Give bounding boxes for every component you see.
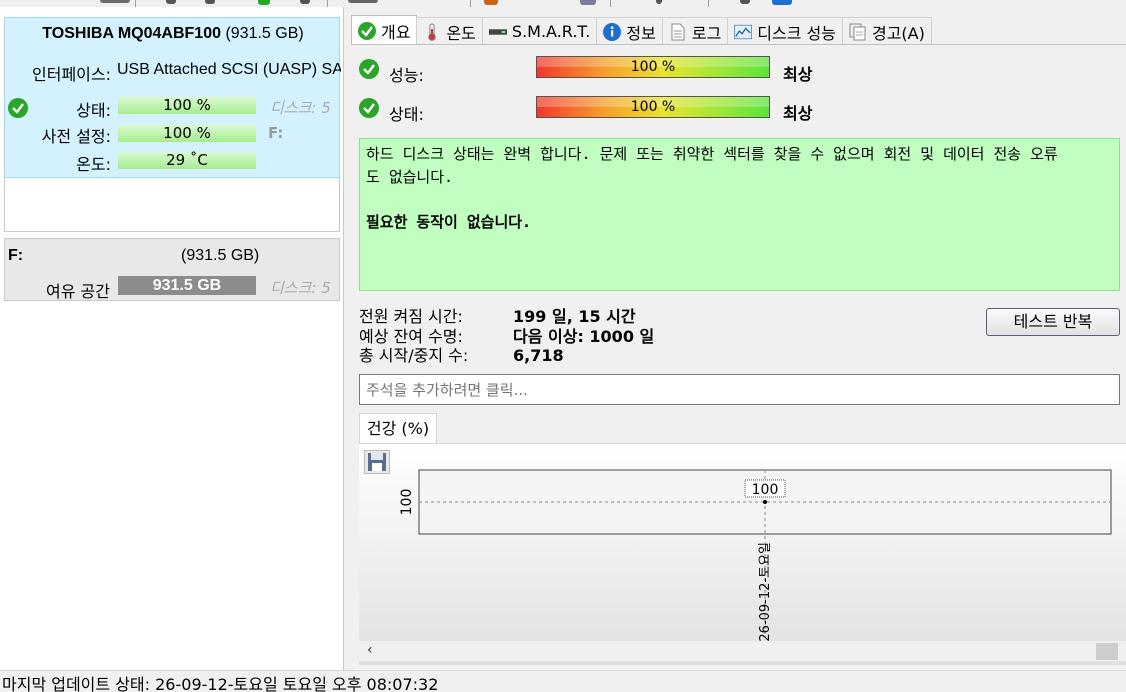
status-message-box: 하드 디스크 상태는 완벽 합니다. 문제 또는 취약한 섹터를 찾을 수 없으… xyxy=(359,138,1120,291)
drive-icon xyxy=(488,23,507,41)
ghost-drive-letter: F: xyxy=(268,124,284,142)
lifetime-label: 예상 잔여 수명: xyxy=(359,327,463,346)
toolbar-icon[interactable] xyxy=(258,0,270,5)
status-label: 상태: xyxy=(76,101,111,120)
performance-label: 성능: xyxy=(389,66,424,85)
tab-alerts[interactable]: 경고(A) xyxy=(841,17,932,45)
performance-bar: 100 % xyxy=(536,56,770,78)
performance-value: 100 % xyxy=(630,59,676,75)
toolbar-icon[interactable] xyxy=(656,0,662,4)
start-stop-label: 총 시작/중지 수: xyxy=(359,346,469,365)
info-icon xyxy=(603,22,622,41)
document-icon xyxy=(669,23,687,41)
tab-divider xyxy=(351,44,1126,45)
start-stop-value: 6,718 xyxy=(513,346,564,365)
y-tick-label: 100 xyxy=(399,489,415,516)
ghost-disk-label: 디스크: 5 xyxy=(270,279,331,297)
tab-label: 온도 xyxy=(446,23,476,43)
health-bar: 100 % xyxy=(536,96,770,118)
tab-label: S.M.A.R.T. xyxy=(511,22,591,41)
status-message-line: 하드 디스크 상태는 완벽 합니다. 문제 또는 취약한 섹터를 찾을 수 없으… xyxy=(366,145,1058,163)
performance-rating: 최상 xyxy=(783,65,813,84)
health-rating: 최상 xyxy=(783,104,813,123)
toolbar-separator xyxy=(327,0,328,7)
toolbar-icon[interactable] xyxy=(580,0,596,5)
toolbar-icon[interactable] xyxy=(484,0,498,5)
data-point xyxy=(763,500,767,504)
power-on-value: 199 일, 15 시간 xyxy=(513,307,636,326)
preset-label: 사전 설정: xyxy=(41,127,111,146)
toolbar-separator xyxy=(135,0,136,7)
toolbar-icon[interactable] xyxy=(205,0,215,4)
preset-bar: 100 % xyxy=(118,125,256,142)
chart-icon xyxy=(734,23,753,41)
temperature-bar: 29 ˚C xyxy=(118,152,256,169)
volume-letter: F: xyxy=(8,247,24,264)
health-chart: 100 100 26-09-12-토요일 xyxy=(399,469,1112,641)
ghost-disk-label: 디스크: 5 xyxy=(270,99,331,117)
status-bar: 마지막 업데이트 상태: 26-09-12-토요일 토요일 오후 08:07:3… xyxy=(0,670,1126,692)
toolbar-icon[interactable] xyxy=(348,0,378,3)
toolbar-icon[interactable] xyxy=(300,0,310,4)
x-tick-label: 26-09-12-토요일 xyxy=(758,542,773,641)
toolbar-icon[interactable] xyxy=(166,0,176,4)
check-icon xyxy=(358,21,376,40)
tab-label: 로그 xyxy=(691,23,722,43)
details-panel: 개요 온도 S.M.A.R.T. 정보 로그 디스크 성능 경고(A) 성능: … xyxy=(345,7,1126,670)
disk-card[interactable]: TOSHIBA MQ04ABF100 (931.5 GB) 인터페이스: USB… xyxy=(4,17,341,178)
disk-list-panel: TOSHIBA MQ04ABF100 (931.5 GB) 인터페이스: USB… xyxy=(0,7,344,670)
tab-label: 정보 xyxy=(626,23,656,43)
toolbar-icon[interactable] xyxy=(772,0,792,5)
tab-smart[interactable]: S.M.A.R.T. xyxy=(481,17,598,45)
toolbar-separator xyxy=(470,0,471,7)
disk-title: TOSHIBA MQ04ABF100 (931.5 GB) xyxy=(5,25,341,43)
tab-log[interactable]: 로그 xyxy=(661,17,729,45)
thermometer-icon xyxy=(423,23,441,41)
status-bar: 100 % xyxy=(118,97,256,114)
status-message-line: 도 없습니다. xyxy=(366,168,454,186)
health-value: 100 % xyxy=(630,99,676,115)
disk-capacity: (931.5 GB) xyxy=(225,25,304,42)
lifetime-value: 다음 이상: 1000 일 xyxy=(513,327,655,346)
tab-label: 경고(A) xyxy=(871,23,925,43)
scroll-left-icon[interactable]: ‹ xyxy=(367,642,373,658)
power-on-label: 전원 켜짐 시간: xyxy=(359,307,463,326)
temperature-label: 온도: xyxy=(76,155,111,174)
toolbar-strip xyxy=(0,0,1126,7)
free-space-bar: 931.5 GB xyxy=(118,276,256,295)
note-input[interactable] xyxy=(359,374,1120,405)
disk-card-footer xyxy=(4,178,340,232)
check-icon xyxy=(359,59,379,79)
chart-horizontal-scrollbar[interactable]: ‹ xyxy=(359,641,1126,661)
tab-disk-performance[interactable]: 디스크 성능 xyxy=(727,17,843,45)
tab-health-chart[interactable]: 건강 (%) xyxy=(359,413,437,444)
toolbar-icon[interactable] xyxy=(100,0,130,3)
toolbar-separator xyxy=(610,0,611,7)
interface-value: USB Attached SCSI (UASP) SA xyxy=(117,61,341,78)
tab-label: 디스크 성능 xyxy=(757,23,836,43)
toolbar-icon[interactable] xyxy=(740,0,750,4)
free-space-label: 여유 공간 xyxy=(46,282,110,301)
health-label: 상태: xyxy=(389,105,424,124)
health-chart-area: 100 100 26-09-12-토요일 ‹ xyxy=(359,443,1126,665)
toolbar-separator xyxy=(708,0,709,7)
action-message: 필요한 동작이 없습니다. xyxy=(366,213,532,231)
tab-bar: 개요 온도 S.M.A.R.T. 정보 로그 디스크 성능 경고(A) xyxy=(351,15,932,45)
volume-card[interactable]: F: (931.5 GB) 여유 공간 931.5 GB 디스크: 5 xyxy=(4,238,340,301)
scroll-thumb[interactable] xyxy=(1096,643,1118,660)
check-icon xyxy=(359,98,379,118)
volume-size: (931.5 GB) xyxy=(181,247,260,264)
tab-overview[interactable]: 개요 xyxy=(351,15,418,45)
tab-info[interactable]: 정보 xyxy=(596,17,663,45)
repeat-test-button[interactable]: 테스트 반복 xyxy=(986,308,1120,336)
interface-label: 인터페이스: xyxy=(32,65,111,84)
tab-temperature[interactable]: 온도 xyxy=(416,17,483,45)
tab-label: 개요 xyxy=(381,22,411,42)
disk-model: TOSHIBA MQ04ABF100 xyxy=(42,25,221,42)
copy-icon xyxy=(849,23,867,41)
data-label: 100 xyxy=(752,482,779,498)
